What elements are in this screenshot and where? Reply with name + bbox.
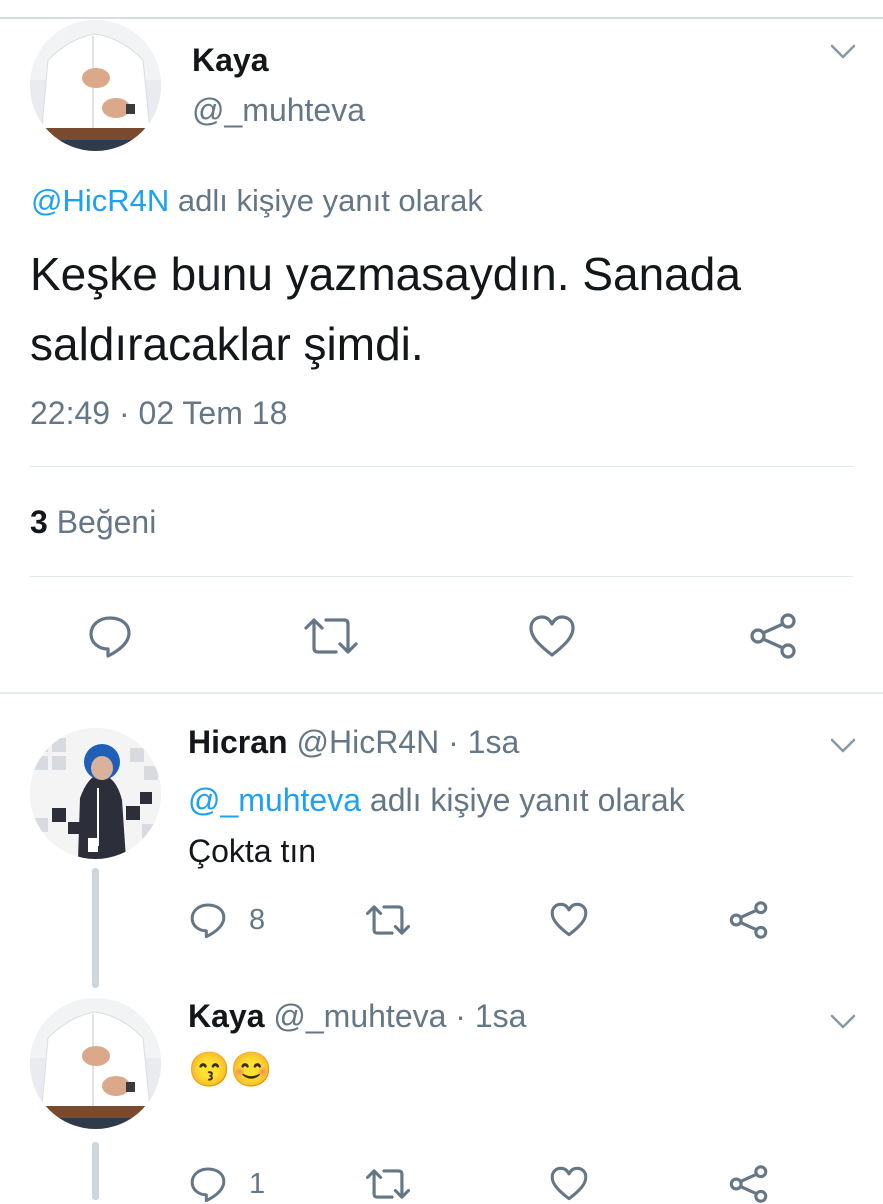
reply-header: Kaya @_muhteva · 1sa <box>188 998 526 1035</box>
reply-time[interactable]: · 1sa <box>448 724 519 760</box>
retweet-icon[interactable] <box>364 902 412 938</box>
chevron-down-icon[interactable] <box>829 1012 857 1032</box>
reply-emojis: 😙😊 <box>188 1050 273 1090</box>
avatar-hicran[interactable] <box>30 728 161 859</box>
reply-count: 1 <box>249 1168 266 1200</box>
likes-label: Beğeni <box>56 504 157 540</box>
tweet-text-line-2: saldıracaklar şimdi. <box>30 318 424 370</box>
reply-to-suffix: adlı kişiye yanıt olarak <box>369 782 685 818</box>
reply-context: @HicR4N adlı kişiye yanıt olarak <box>31 183 483 219</box>
like-icon[interactable] <box>549 901 589 938</box>
thread-connector <box>92 1142 99 1200</box>
divider <box>30 466 853 467</box>
reply-to-handle[interactable]: @HicR4N <box>31 183 169 218</box>
emoji-smiling-face: 😊 <box>230 1051 273 1089</box>
author-name[interactable]: Kaya <box>192 42 269 79</box>
reply-time[interactable]: · 1sa <box>455 998 526 1034</box>
divider <box>30 576 853 577</box>
emoji-kissing-face: 😙 <box>188 1051 231 1089</box>
chevron-down-icon[interactable] <box>829 736 857 756</box>
share-icon[interactable] <box>728 900 769 940</box>
top-border <box>0 17 883 19</box>
reply-icon[interactable] <box>188 900 228 940</box>
reply-text: Çokta tın <box>188 833 317 869</box>
reply-icon[interactable] <box>86 612 134 660</box>
chevron-down-icon[interactable] <box>829 42 857 62</box>
likes-summary[interactable]: 3 Beğeni <box>30 504 156 541</box>
share-icon[interactable] <box>728 1164 769 1204</box>
like-icon[interactable] <box>549 1165 589 1202</box>
reply-to-handle[interactable]: @_muhteva <box>188 782 361 818</box>
section-separator <box>0 692 883 694</box>
reply-count: 8 <box>249 904 266 936</box>
retweet-icon[interactable] <box>364 1166 412 1202</box>
likes-count: 3 <box>30 504 48 540</box>
reply-author-name[interactable]: Kaya <box>188 998 265 1034</box>
thread-connector <box>92 868 99 988</box>
reply-author-handle[interactable]: @HicR4N <box>296 724 439 760</box>
avatar-kaya[interactable] <box>30 20 161 151</box>
reply-author-handle[interactable]: @_muhteva <box>273 998 446 1034</box>
reply-to-suffix: adlı kişiye yanıt olarak <box>177 183 483 218</box>
avatar-kaya[interactable] <box>30 998 161 1129</box>
tweet-text-line-1: Keşke bunu yazmasaydın. Sanada <box>30 248 741 300</box>
reply-header: Hicran @HicR4N · 1sa <box>188 724 519 761</box>
reply-context: @_muhteva adlı kişiye yanıt olarak <box>188 782 685 819</box>
reply-icon[interactable] <box>188 1164 228 1204</box>
retweet-icon[interactable] <box>302 614 360 658</box>
like-icon[interactable] <box>527 613 577 659</box>
share-icon[interactable] <box>748 612 798 660</box>
tweet-timestamp[interactable]: 22:49 · 02 Tem 18 <box>30 395 287 432</box>
author-handle[interactable]: @_muhteva <box>192 92 365 129</box>
reply-author-name[interactable]: Hicran <box>188 724 288 760</box>
